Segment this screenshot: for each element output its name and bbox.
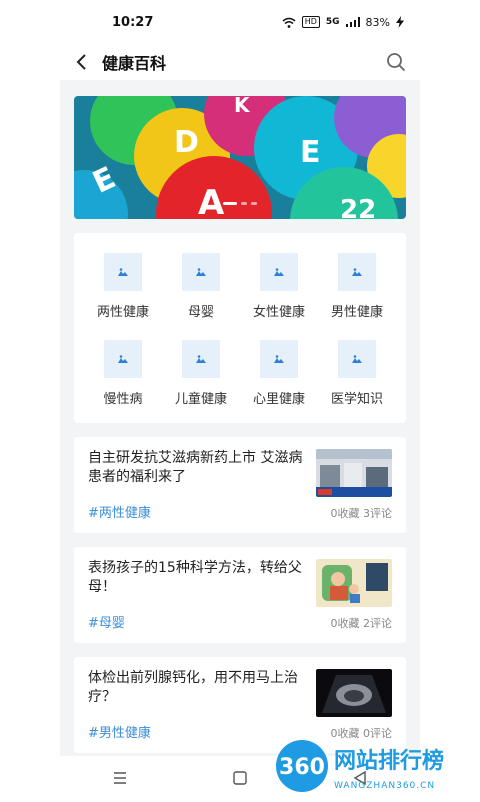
category-item[interactable]: 儿童健康 [162, 340, 240, 407]
phone-screen: 10:27 HD 5G 83% 健康百科 E D A E K 22 两性健康 母… [60, 0, 420, 800]
category-item[interactable]: 医学知识 [318, 340, 396, 407]
app-bar: 健康百科 [60, 44, 420, 80]
category-label: 心里健康 [252, 392, 305, 407]
category-label: 医学知识 [330, 392, 383, 407]
status-time: 10:27 [112, 14, 154, 30]
category-image-icon [104, 340, 142, 378]
carousel-dot [241, 202, 247, 205]
category-image-icon [260, 253, 298, 291]
carousel-dot [223, 202, 237, 205]
network-label: 5G [325, 17, 340, 27]
article-tag[interactable]: #两性健康 [88, 502, 310, 521]
category-image-icon [182, 340, 220, 378]
article-meta: 0收藏 3评论 [330, 507, 393, 520]
category-label: 慢性病 [103, 392, 143, 407]
category-item[interactable]: 两性健康 [84, 253, 162, 320]
article-tag[interactable]: #母婴 [88, 612, 310, 631]
banner-number: 22 [340, 195, 376, 219]
category-item[interactable]: 心里健康 [240, 340, 318, 407]
article-title: 自主研发抗艾滋病新药上市 艾滋病患者的福利来了 [88, 450, 303, 485]
category-image-icon [182, 253, 220, 291]
left-margin [0, 0, 60, 800]
page-title: 健康百科 [102, 54, 167, 73]
category-image-icon [338, 340, 376, 378]
banner-image: E D A E K 22 [74, 96, 406, 219]
banner-carousel[interactable]: E D A E K 22 [74, 96, 406, 219]
category-label: 儿童健康 [174, 392, 227, 407]
banner-letter-k: K [234, 96, 251, 117]
right-margin [420, 0, 480, 800]
status-icons: HD 5G 83% [282, 16, 404, 29]
watermark: 360 网站排行榜 WANGZHAN360.CN [270, 738, 476, 798]
category-item[interactable]: 女性健康 [240, 253, 318, 320]
category-item[interactable]: 慢性病 [84, 340, 162, 407]
charging-icon [396, 16, 404, 28]
banner-letter-a: A [198, 183, 225, 219]
wifi-icon [282, 17, 296, 28]
back-arrow-icon[interactable] [72, 52, 92, 72]
carousel-indicator [223, 202, 257, 205]
article-thumbnail [316, 559, 392, 607]
banner-letter-e2: E [300, 135, 321, 170]
category-grid: 两性健康 母婴 女性健康 男性健康慢性病 儿童健康 心里健康 医学知识 [74, 233, 406, 423]
category-item[interactable]: 男性健康 [318, 253, 396, 320]
article-card[interactable]: 表扬孩子的15种科学方法，转给父母！ #母婴 0收藏 2评论 [74, 547, 406, 643]
article-list: 自主研发抗艾滋病新药上市 艾滋病患者的福利来了 #两性健康 0收藏 3评论表扬孩子的… [60, 437, 420, 753]
category-image-icon [338, 253, 376, 291]
article-thumbnail [316, 449, 392, 497]
category-label: 两性健康 [96, 305, 149, 320]
category-item[interactable]: 母婴 [162, 253, 240, 320]
menu-icon[interactable] [108, 766, 132, 790]
signal-icon [345, 17, 360, 27]
banner-letter-d: D [174, 125, 199, 160]
article-card[interactable]: 自主研发抗艾滋病新药上市 艾滋病患者的福利来了 #两性健康 0收藏 3评论 [74, 437, 406, 533]
watermark-logo: 360 [279, 755, 325, 780]
watermark-url: WANGZHAN360.CN [334, 781, 435, 791]
category-image-icon [260, 340, 298, 378]
carousel-dot [251, 202, 257, 205]
article-meta: 0收藏 2评论 [330, 617, 393, 630]
watermark-name: 网站排行榜 [334, 748, 444, 774]
status-bar: 10:27 HD 5G 83% [60, 0, 420, 44]
category-label: 母婴 [187, 305, 214, 320]
category-label: 女性健康 [252, 305, 305, 320]
article-title: 体检出前列腺钙化，用不用马上治疗？ [88, 670, 298, 705]
category-image-icon [104, 253, 142, 291]
article-thumbnail [316, 669, 392, 717]
category-label: 男性健康 [330, 305, 383, 320]
search-icon[interactable] [384, 50, 408, 74]
battery-percent: 83% [365, 15, 390, 29]
hd-badge: HD [301, 16, 320, 28]
article-title: 表扬孩子的15种科学方法，转给父母！ [88, 560, 302, 595]
home-icon[interactable] [228, 766, 252, 790]
